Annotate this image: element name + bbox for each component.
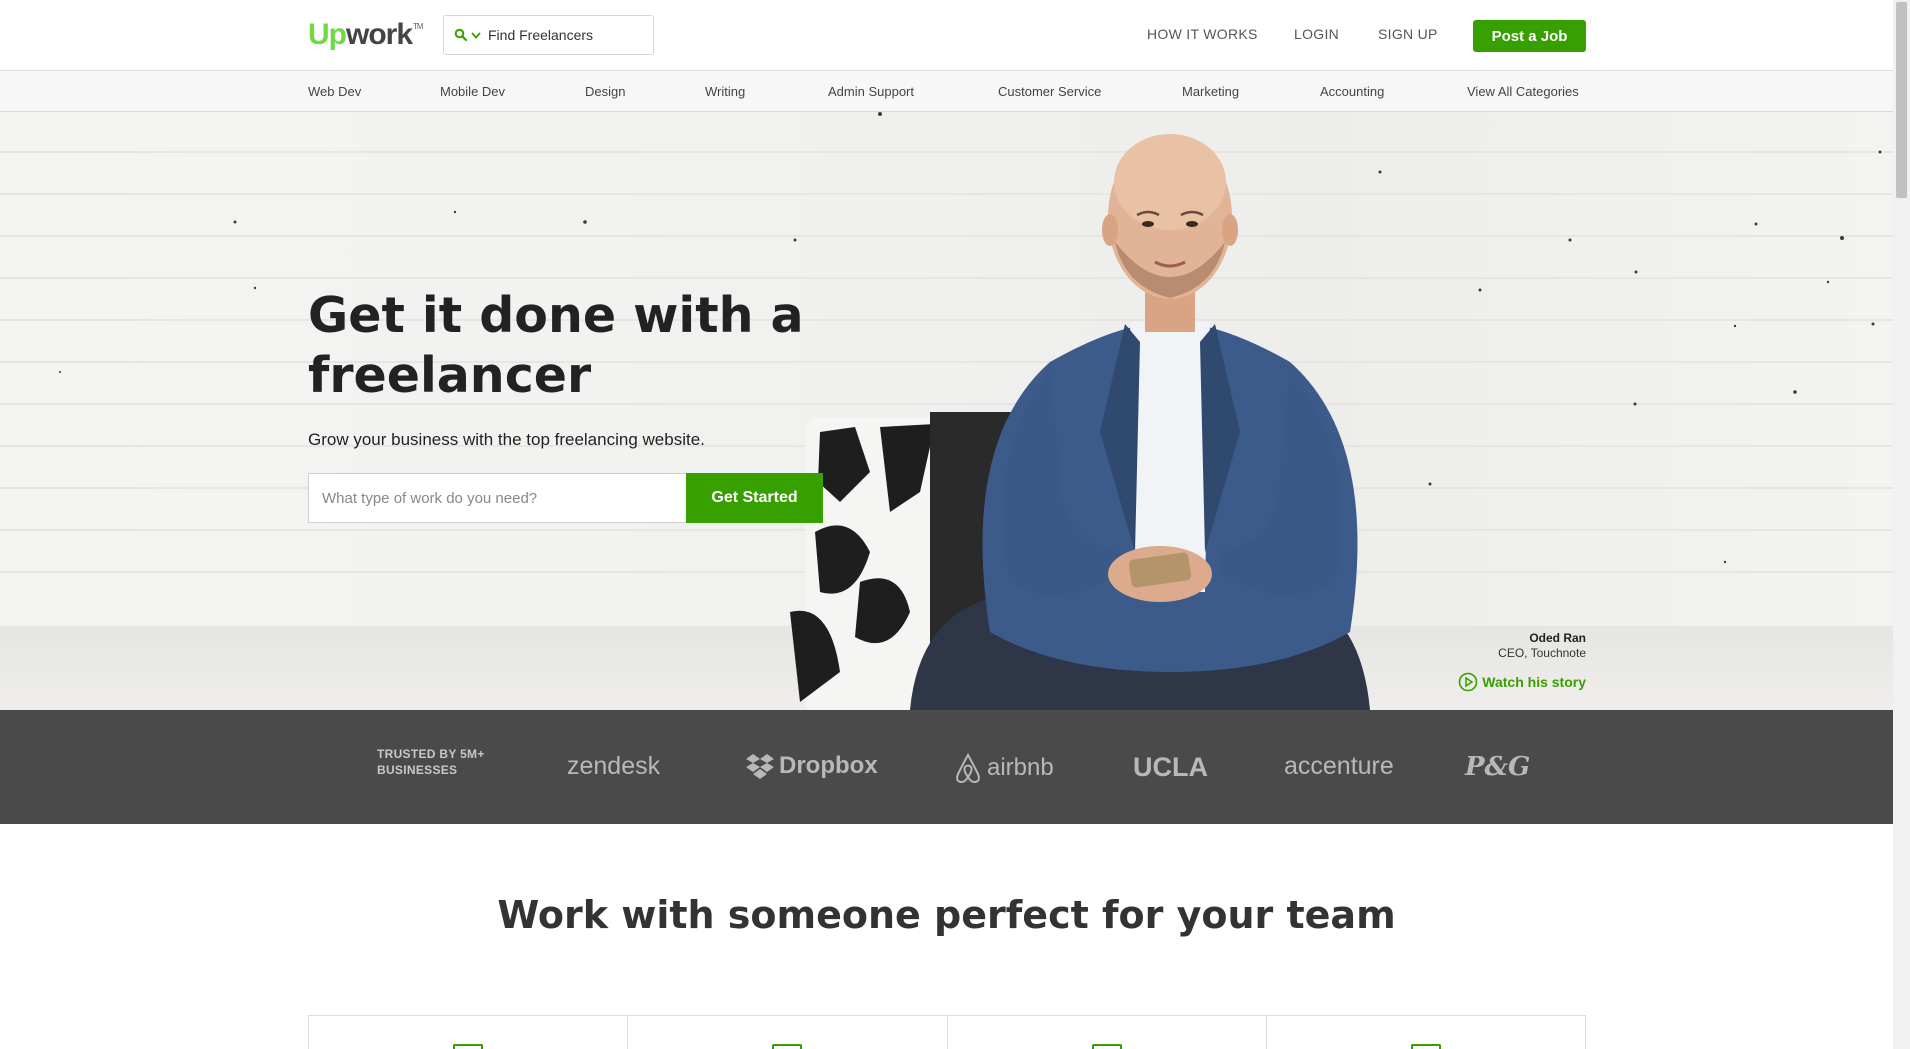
brand-dropbox-text: Dropbox: [779, 752, 878, 779]
brand-airbnb-text: airbnb: [987, 754, 1054, 781]
brand-dropbox: Dropbox: [745, 752, 878, 780]
category-web-dev[interactable]: Web Dev: [308, 84, 361, 99]
brand-zendesk-text: zendesk: [567, 752, 661, 780]
find-freelancers-search[interactable]: Find Freelancers: [443, 15, 654, 55]
page-scrollbar[interactable]: [1893, 0, 1910, 1049]
search-label: Find Freelancers: [488, 27, 594, 43]
category-customer-service[interactable]: Customer Service: [998, 84, 1101, 99]
post-a-job-button[interactable]: Post a Job: [1473, 20, 1586, 52]
category-mobile-dev[interactable]: Mobile Dev: [440, 84, 505, 99]
category-writing[interactable]: Writing: [705, 84, 745, 99]
get-started-button[interactable]: Get Started: [686, 473, 823, 523]
trusted-label-line1: TRUSTED BY 5M+: [377, 747, 485, 761]
team-card[interactable]: [309, 1016, 629, 1049]
category-design[interactable]: Design: [585, 84, 625, 99]
airbnb-icon: [956, 752, 980, 784]
work-type-input[interactable]: [308, 473, 686, 523]
brand-ucla-text: UCLA: [1133, 752, 1208, 782]
logo-up: Up: [308, 18, 347, 51]
card-icon: [1091, 1044, 1122, 1049]
scrollbar-thumb[interactable]: [1896, 2, 1907, 198]
caption-title: CEO, Touchnote: [1498, 646, 1586, 660]
logo-work: work: [346, 18, 413, 51]
section-title: Work with someone perfect for your team: [497, 893, 1396, 937]
team-card[interactable]: [628, 1016, 948, 1049]
category-view-all[interactable]: View All Categories: [1467, 84, 1579, 99]
upwork-logo[interactable]: Up work TM: [308, 16, 424, 52]
how-it-works-link[interactable]: HOW IT WORKS: [1147, 26, 1258, 42]
trusted-by-band: TRUSTED BY 5M+ BUSINESSES zendesk Dropbo…: [0, 710, 1893, 824]
card-icon: [1410, 1044, 1441, 1049]
team-card[interactable]: [1267, 1016, 1585, 1049]
brand-ucla: UCLA: [1133, 752, 1208, 783]
search-icon: [454, 28, 468, 42]
category-marketing[interactable]: Marketing: [1182, 84, 1239, 99]
chevron-down-icon[interactable]: [470, 29, 482, 41]
card-icon: [772, 1044, 803, 1049]
brand-airbnb: airbnb: [953, 752, 1054, 784]
play-circle-icon: [1458, 672, 1478, 692]
trusted-label: TRUSTED BY 5M+ BUSINESSES: [377, 746, 485, 778]
category-accounting[interactable]: Accounting: [1320, 84, 1384, 99]
team-cards: [308, 1015, 1586, 1049]
brand-pg-text: P&G: [1465, 752, 1531, 782]
brand-accenture-text: accenture: [1284, 752, 1394, 780]
top-header: Up work TM Find Freelancers HOW IT WORKS L…: [0, 0, 1893, 71]
trusted-label-line2: BUSINESSES: [377, 763, 458, 777]
category-nav: Web Dev Mobile Dev Design Writing Admin …: [0, 71, 1893, 112]
team-card[interactable]: [948, 1016, 1267, 1049]
brand-zendesk: zendesk: [567, 752, 660, 781]
brand-accenture: accenture: [1284, 752, 1394, 781]
dropbox-icon: [746, 754, 774, 779]
watch-story-link[interactable]: Watch his story: [1458, 672, 1586, 692]
hero-headline: Get it done with a freelancer: [308, 287, 804, 404]
login-link[interactable]: LOGIN: [1294, 26, 1339, 42]
ceo-portrait-image: [790, 134, 1370, 710]
brand-pg: P&G: [1465, 752, 1530, 782]
logo-trademark: TM: [413, 22, 424, 31]
hero-subhead: Grow your business with the top freelanc…: [308, 430, 705, 449]
category-admin-support[interactable]: Admin Support: [828, 84, 914, 99]
watch-story-label: Watch his story: [1482, 674, 1586, 690]
sign-up-link[interactable]: SIGN UP: [1378, 26, 1438, 42]
hero-section: Get it done with a freelancer Grow your …: [0, 112, 1893, 710]
caption-name: Oded Ran: [1529, 631, 1586, 645]
card-icon: [453, 1044, 484, 1049]
